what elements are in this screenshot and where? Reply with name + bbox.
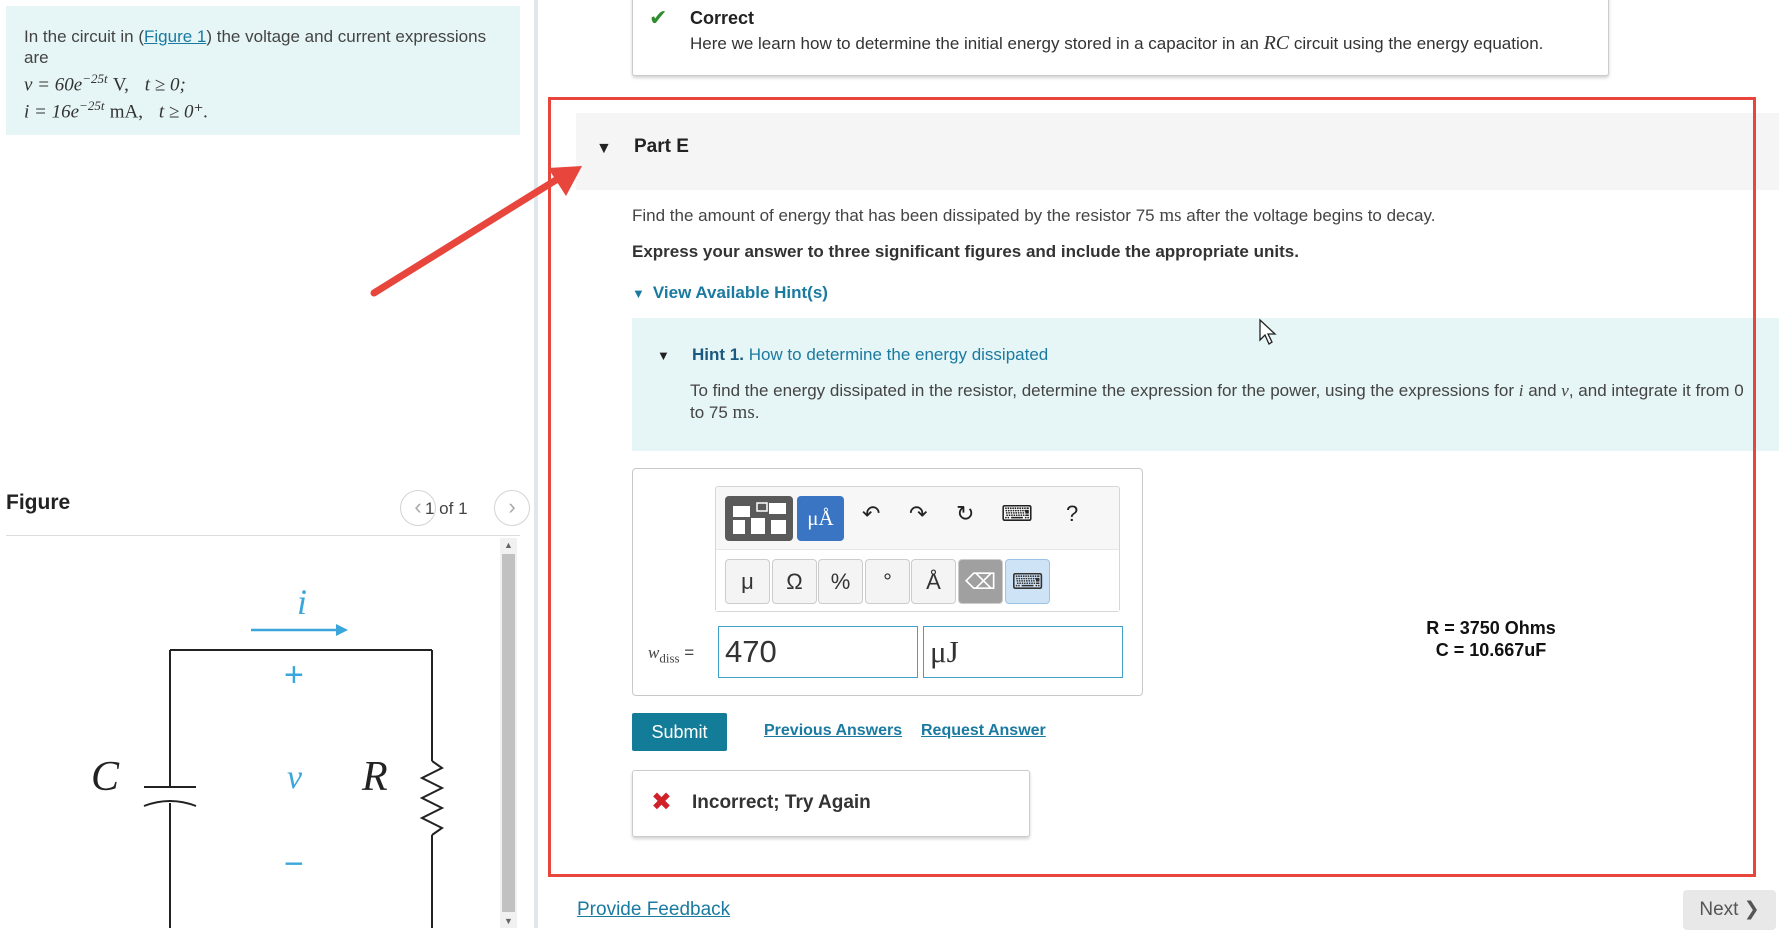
resistor-label: R (361, 754, 388, 800)
next-button[interactable]: Next ❯ (1683, 890, 1776, 930)
capacitor-label: C (91, 754, 120, 800)
circuit-figure: i + v − C R (91, 582, 445, 928)
voltage-label: v (287, 759, 303, 796)
figure-scrollbar[interactable]: ▲ ▼ (500, 538, 517, 928)
correct-title: Correct (690, 8, 755, 28)
minus-sign: − (284, 845, 304, 883)
problem-statement: In the circuit in (Figure 1) the voltage… (6, 6, 520, 135)
mouse-cursor-icon (1259, 318, 1277, 345)
current-expression: i = 16e−25t mA, t ≥ 0⁺. (24, 98, 209, 123)
scroll-thumb[interactable] (502, 554, 515, 912)
next-figure-button[interactable]: › (494, 490, 530, 526)
figure-link[interactable]: Figure 1 (144, 27, 206, 46)
correct-feedback: ✔ Correct Here we learn how to determine… (632, 0, 1609, 76)
current-label: i (297, 582, 307, 622)
correct-explanation: Here we learn how to determine the initi… (690, 32, 1544, 54)
voltage-expression: v = 60e−25t V, t ≥ 0; (24, 71, 186, 96)
checkmark-icon: ✔ (649, 5, 668, 30)
plus-sign: + (284, 656, 304, 694)
scroll-up-icon[interactable]: ▲ (500, 538, 517, 552)
problem-intro: In the circuit in (Figure 1) the voltage… (24, 27, 487, 67)
pane-divider[interactable] (534, 0, 538, 928)
scroll-down-icon[interactable]: ▼ (500, 914, 517, 928)
figure-pager: 1 of 1 (425, 499, 468, 518)
red-arrow-annotation (370, 166, 582, 297)
problem-pane: In the circuit in (Figure 1) the voltage… (0, 0, 530, 928)
figure-heading: Figure (6, 491, 71, 514)
provide-feedback-link[interactable]: Provide Feedback (577, 899, 730, 921)
highlight-frame (548, 97, 1756, 877)
figure-divider (6, 535, 520, 536)
